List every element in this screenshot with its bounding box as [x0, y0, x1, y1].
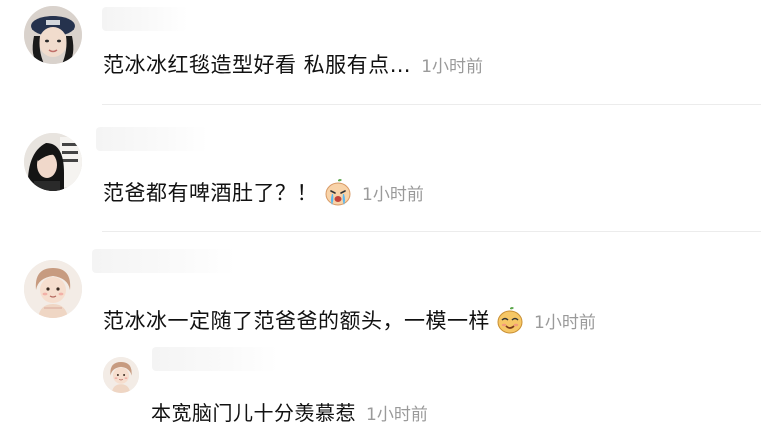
crying-face-emoji-icon [324, 178, 352, 206]
username-blurred[interactable] [96, 127, 208, 151]
reply-user-avatar[interactable] [103, 357, 139, 393]
comment-item-3: 范冰冰一定随了范爸爸的额头，一模一样 1小时前 本宽脑门儿十分羡慕惹 1小时前 [0, 233, 761, 432]
comment-text: 范冰冰红毯造型好看 私服有点… 1小时前 [103, 49, 483, 79]
comment-item-1: 范冰冰红毯造型好看 私服有点… 1小时前 [0, 0, 761, 105]
username-blurred[interactable] [92, 249, 236, 273]
avatar-image-icon [24, 6, 82, 64]
reply-text: 本宽脑门儿十分羡慕惹 1小时前 [151, 397, 428, 426]
username-blurred[interactable] [102, 7, 188, 31]
comment-text: 范冰冰一定随了范爸爸的额头，一模一样 1小时前 [103, 305, 596, 335]
user-avatar[interactable] [24, 6, 82, 64]
comment-content: 范冰冰红毯造型好看 私服有点… [103, 53, 412, 77]
divider [102, 231, 761, 232]
comment-content: 范爸都有啤酒肚了？！ [103, 181, 318, 205]
comment-text: 范爸都有啤酒肚了？！ 1小时前 [103, 177, 424, 207]
comment-time: 1小时前 [362, 185, 424, 205]
reply-content: 本宽脑门儿十分羡慕惹 [151, 401, 356, 425]
avatar-image-icon [24, 260, 82, 318]
smirk-face-emoji-icon [496, 306, 524, 334]
reply-username-blurred[interactable] [152, 347, 278, 371]
comment-time: 1小时前 [421, 57, 484, 77]
comment-item-2: 范爸都有啤酒肚了？！ 1小时前 [0, 105, 761, 233]
avatar-image-icon [24, 133, 82, 191]
comment-content: 范冰冰一定随了范爸爸的额头，一模一样 [103, 309, 490, 333]
reply-time: 1小时前 [366, 405, 428, 425]
comment-time: 1小时前 [534, 313, 596, 333]
user-avatar[interactable] [24, 260, 82, 318]
user-avatar[interactable] [24, 133, 82, 191]
avatar-image-icon [103, 357, 139, 393]
reply-item: 本宽脑门儿十分羡慕惹 1小时前 [0, 347, 761, 432]
